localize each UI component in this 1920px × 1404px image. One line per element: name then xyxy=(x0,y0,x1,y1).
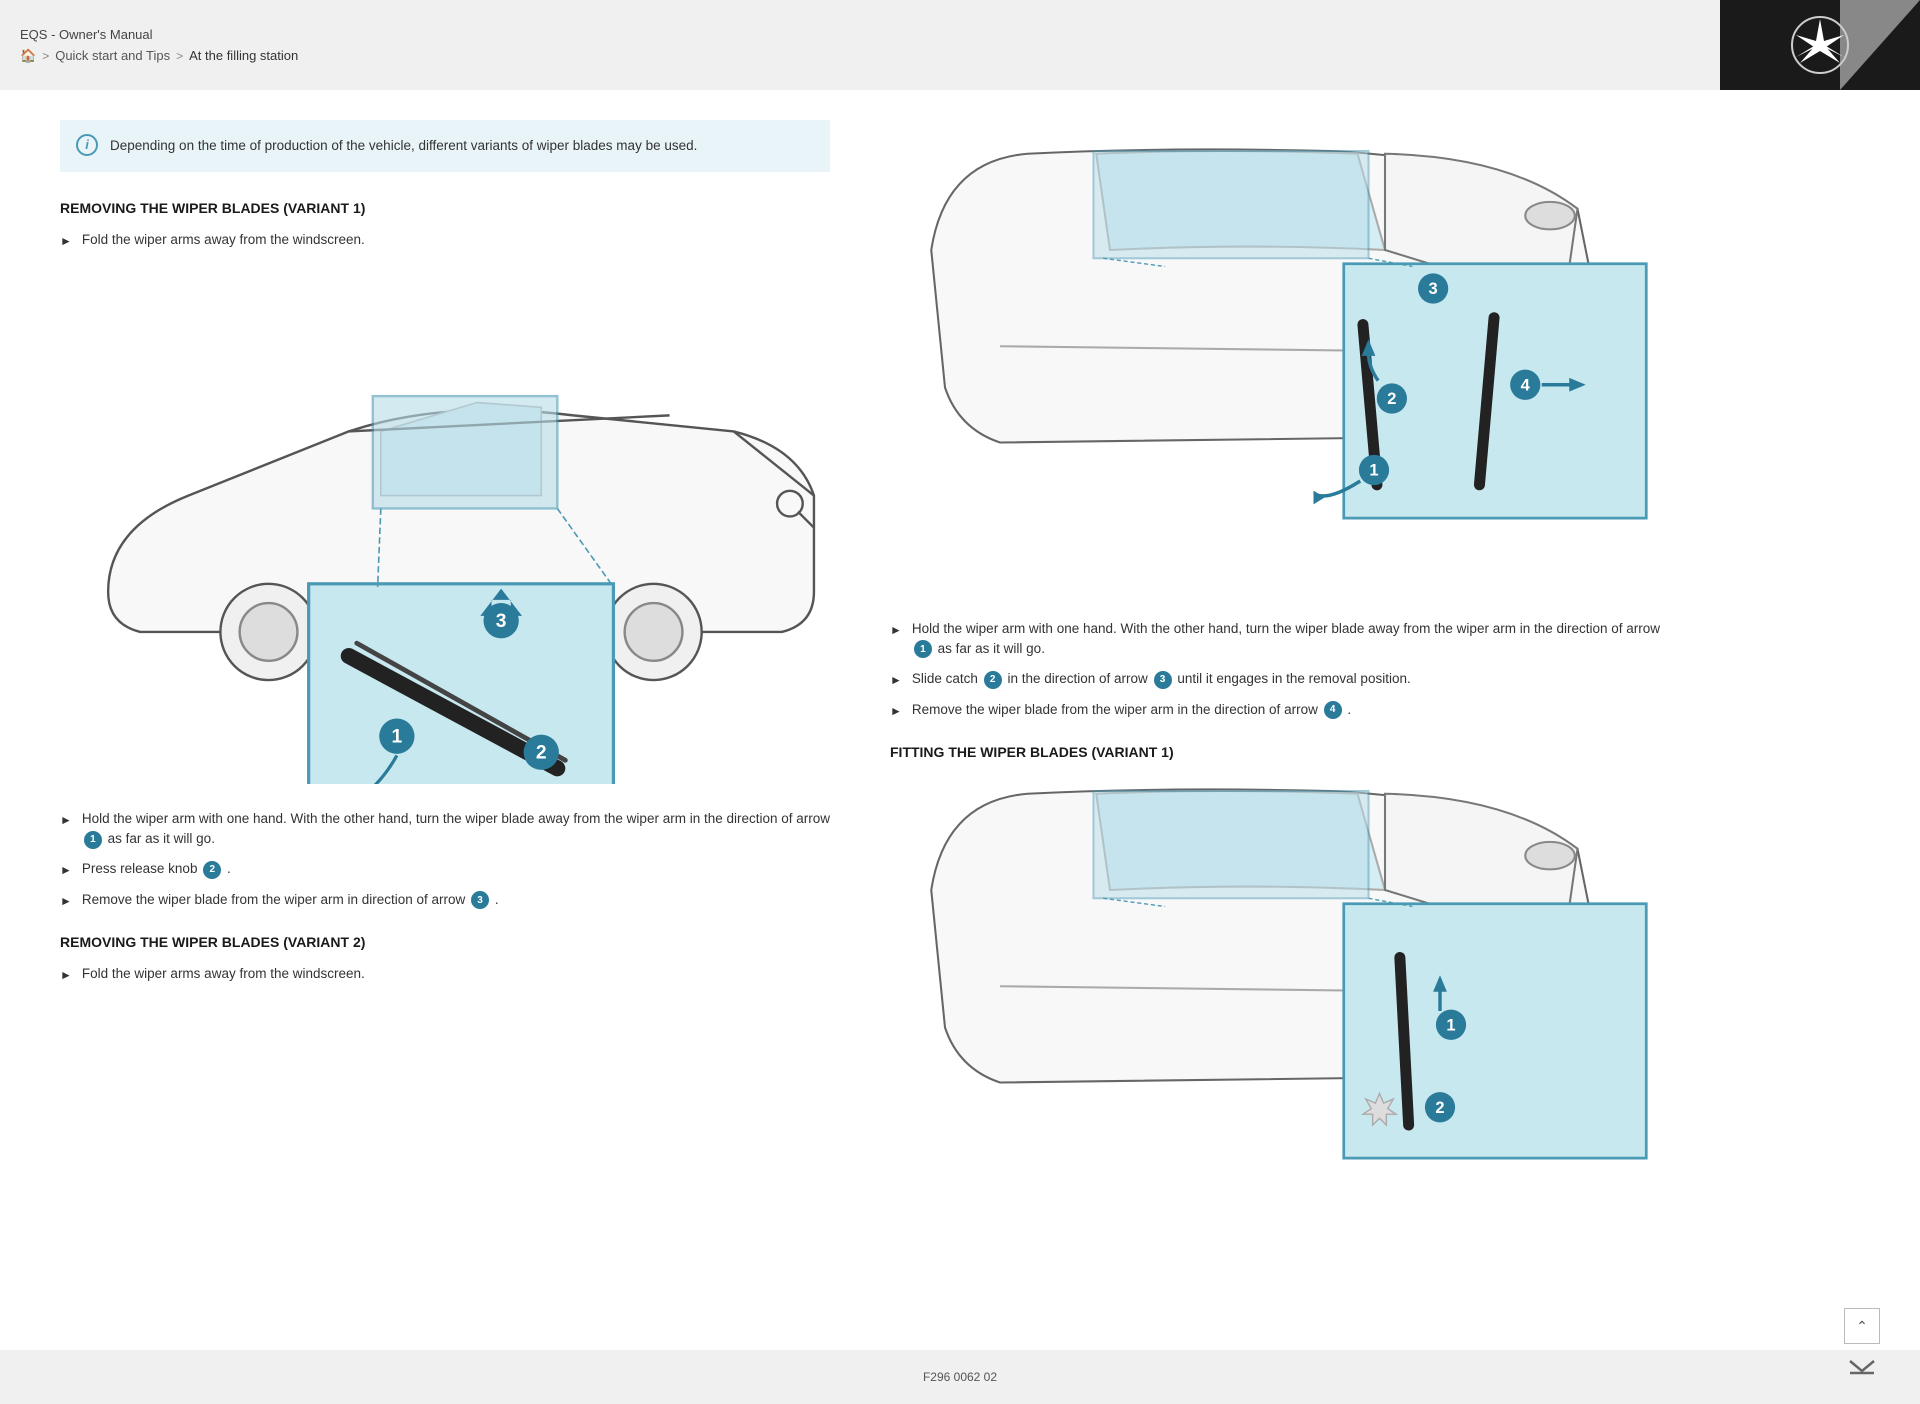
instruction-item: ► Fold the wiper arms away from the wind… xyxy=(60,230,830,250)
step4-text: Remove the wiper blade from the wiper ar… xyxy=(82,890,830,910)
two-column-layout: i Depending on the time of production of… xyxy=(60,120,1660,1231)
mercedes-star-icon xyxy=(1790,15,1850,75)
svg-text:1: 1 xyxy=(392,726,403,747)
right-step1: ► Hold the wiper arm with one hand. With… xyxy=(890,619,1660,660)
arrow-icon-4: ► xyxy=(60,892,72,910)
badge-2: 2 xyxy=(203,861,221,879)
badge-1: 1 xyxy=(84,831,102,849)
header-left: EQS - Owner's Manual 🏠 > Quick start and… xyxy=(0,15,1720,76)
breadcrumb-step2: At the filling station xyxy=(189,48,298,63)
svg-text:1: 1 xyxy=(1369,462,1378,480)
arrow-icon-3: ► xyxy=(60,861,72,879)
arrow-icon-r1: ► xyxy=(890,621,902,639)
info-box: i Depending on the time of production of… xyxy=(60,120,830,172)
svg-text:1: 1 xyxy=(1446,1016,1455,1034)
right-column: 2 1 3 4 xyxy=(890,120,1660,1231)
arrow-icon: ► xyxy=(60,232,72,250)
diagram-svg-1: 1 2 3 xyxy=(60,271,830,784)
diagram-variant1: 1 2 3 xyxy=(60,271,830,789)
svg-text:4: 4 xyxy=(1521,376,1531,394)
right-badge-1: 1 xyxy=(914,640,932,658)
fitting-heading: FITTING THE WIPER BLADES (VARIANT 1) xyxy=(890,744,1660,760)
step3-text: Press release knob 2 . xyxy=(82,859,830,879)
svg-text:2: 2 xyxy=(1387,390,1396,408)
page-footer: F296 0062 02 ⌃ xyxy=(0,1350,1920,1404)
diagram-variant2: 2 1 3 4 xyxy=(890,140,1660,599)
main-content: i Depending on the time of production of… xyxy=(0,90,1920,1350)
left-column: i Depending on the time of production of… xyxy=(60,120,830,1231)
page-end-icon xyxy=(1848,1357,1876,1375)
right-step3-text: Remove the wiper blade from the wiper ar… xyxy=(912,700,1660,720)
diagram-svg-2: 2 1 3 4 xyxy=(890,140,1660,594)
svg-text:2: 2 xyxy=(1435,1099,1444,1117)
breadcrumb: 🏠 > Quick start and Tips > At the fillin… xyxy=(20,48,1700,64)
brand-logo xyxy=(1720,0,1920,90)
right-step2: ► Slide catch 2 in the direction of arro… xyxy=(890,669,1660,689)
doc-number: F296 0062 02 xyxy=(923,1370,997,1384)
breadcrumb-sep-1: > xyxy=(42,49,49,63)
info-text: Depending on the time of production of t… xyxy=(110,138,697,153)
right-step1-text: Hold the wiper arm with one hand. With t… xyxy=(912,619,1660,660)
scroll-icon xyxy=(1844,1348,1880,1384)
badge-3: 3 xyxy=(471,891,489,909)
section1-heading: REMOVING THE WIPER BLADES (VARIANT 1) xyxy=(60,200,830,216)
right-badge-2: 2 xyxy=(984,671,1002,689)
page-title: EQS - Owner's Manual xyxy=(20,27,1700,42)
instruction-item-3: ► Press release knob 2 . xyxy=(60,859,830,879)
svg-text:3: 3 xyxy=(496,611,507,632)
section2-heading: REMOVING THE WIPER BLADES (VARIANT 2) xyxy=(60,934,830,950)
chevron-up-icon: ⌃ xyxy=(1856,1318,1868,1335)
info-icon: i xyxy=(76,134,98,156)
instruction-item-2: ► Hold the wiper arm with one hand. With… xyxy=(60,809,830,850)
arrow-icon-r3: ► xyxy=(890,702,902,720)
scroll-up-button[interactable]: ⌃ xyxy=(1844,1308,1880,1344)
right-badge-2b: 3 xyxy=(1154,671,1172,689)
breadcrumb-sep-2: > xyxy=(176,49,183,63)
breadcrumb-step1[interactable]: Quick start and Tips xyxy=(55,48,170,63)
instruction-item-4: ► Remove the wiper blade from the wiper … xyxy=(60,890,830,910)
svg-text:2: 2 xyxy=(536,742,547,763)
right-step2-text: Slide catch 2 in the direction of arrow … xyxy=(912,669,1660,689)
right-badge-4: 4 xyxy=(1324,701,1342,719)
arrow-icon-2: ► xyxy=(60,811,72,829)
right-step3: ► Remove the wiper blade from the wiper … xyxy=(890,700,1660,720)
breadcrumb-home[interactable]: 🏠 xyxy=(20,48,36,64)
arrow-icon-5: ► xyxy=(60,966,72,984)
diagram-svg-3: 1 2 xyxy=(890,780,1660,1206)
svg-text:3: 3 xyxy=(1429,280,1438,298)
diagram-fitting: 1 2 xyxy=(890,780,1660,1211)
section2-step1-text: Fold the wiper arms away from the windsc… xyxy=(82,964,830,984)
page-header: EQS - Owner's Manual 🏠 > Quick start and… xyxy=(0,0,1920,90)
step2-text: Hold the wiper arm with one hand. With t… xyxy=(82,809,830,850)
arrow-icon-r2: ► xyxy=(890,671,902,689)
section2-step1: ► Fold the wiper arms away from the wind… xyxy=(60,964,830,984)
step1-text: Fold the wiper arms away from the windsc… xyxy=(82,230,830,250)
